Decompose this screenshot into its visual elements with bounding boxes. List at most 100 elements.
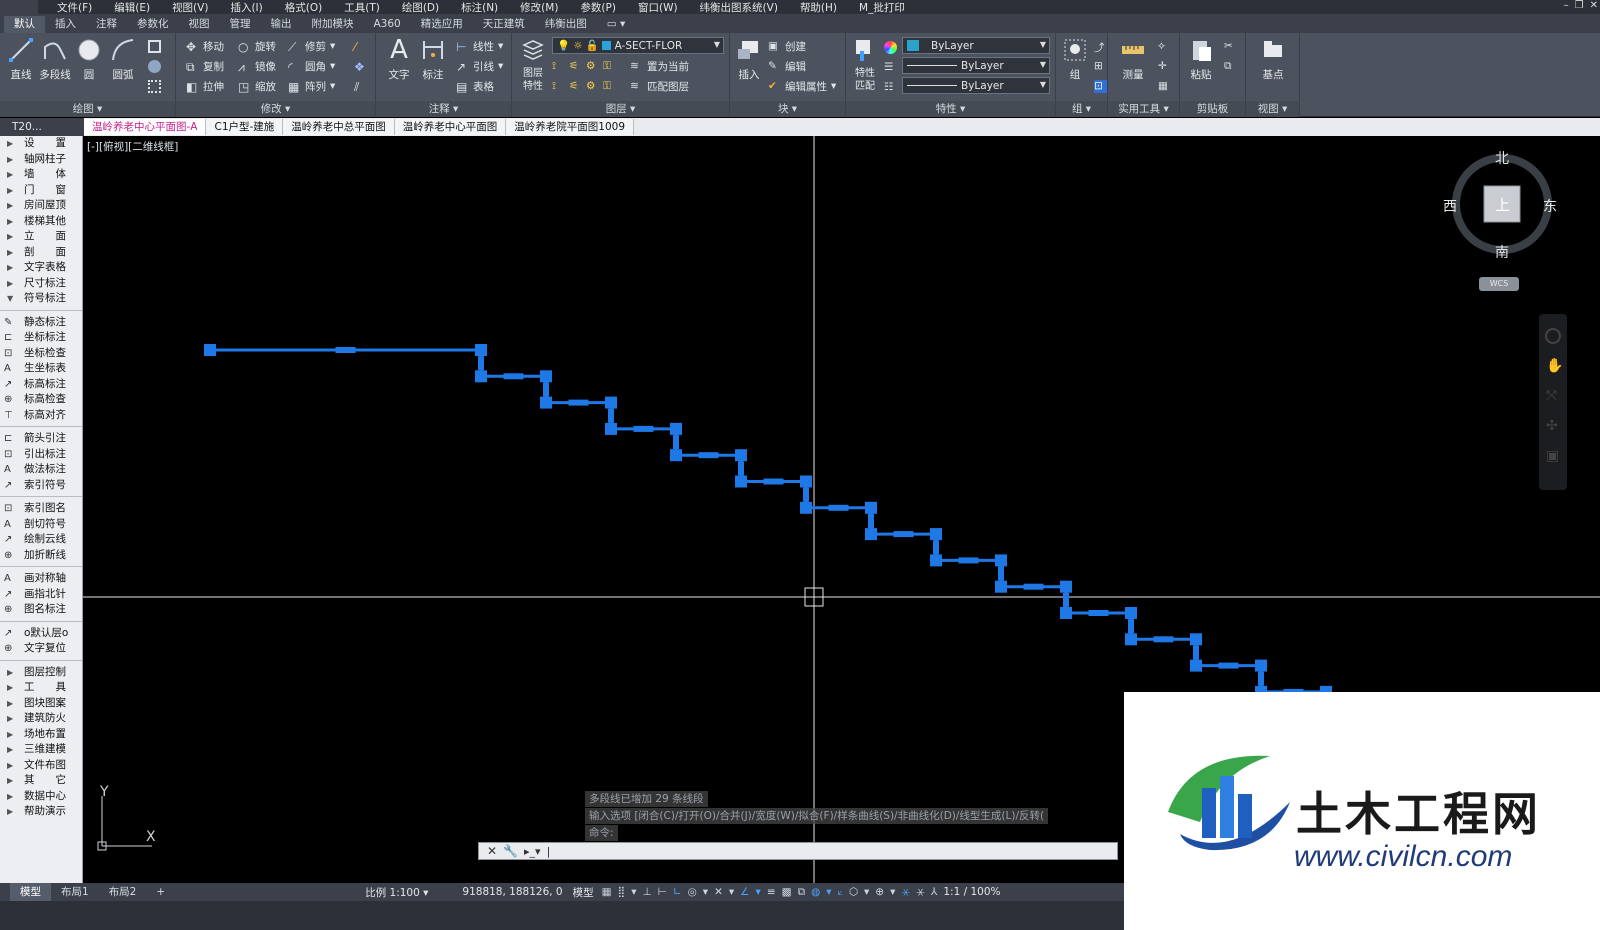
- tab-insert[interactable]: 插入: [45, 16, 86, 33]
- layer-thaw-icon[interactable]: ⚙: [586, 80, 599, 93]
- menu-insert[interactable]: 插入(I): [219, 0, 273, 15]
- color-dropdown[interactable]: ByLayer ▼: [902, 37, 1050, 54]
- palette-item[interactable]: ▶ 工 具: [0, 680, 82, 696]
- command-line[interactable]: ✕ 🔧 ▸_▾ |: [478, 842, 1118, 860]
- pan-icon[interactable]: ✋: [1546, 358, 1563, 374]
- create-block-button[interactable]: ▣ 创建: [768, 37, 806, 55]
- stretch-button[interactable]: ◧ 拉伸: [186, 77, 224, 95]
- vertex-grip[interactable]: [475, 370, 487, 383]
- midpoint-grip[interactable]: [828, 504, 849, 511]
- menu-draw[interactable]: 绘图(D): [391, 0, 450, 15]
- restore-icon[interactable]: ❐: [1575, 0, 1584, 11]
- annotation-visibility-icon[interactable]: ⚹: [901, 886, 916, 898]
- arc-button[interactable]: 圆弧: [106, 37, 140, 82]
- viewcube-top-face[interactable]: 上: [1495, 194, 1510, 215]
- midpoint-grip[interactable]: [335, 347, 356, 353]
- palette-item[interactable]: ⊡ 索引图名: [0, 501, 82, 517]
- palette-item[interactable]: ▶ 房间屋顶: [0, 198, 82, 214]
- midpoint-grip[interactable]: [673, 435, 679, 450]
- layer-unlock-icon[interactable]: ⚿: [603, 80, 616, 93]
- palette-item[interactable]: ▶ 墙 体: [0, 167, 82, 183]
- cut-icon[interactable]: ✂: [1224, 37, 1237, 55]
- set-current-button[interactable]: ≋ 置为当前: [630, 57, 689, 75]
- layer-dropdown[interactable]: 💡 ☼ 🔓 A-SECT-FLOR ▼: [552, 37, 724, 54]
- midpoint-grip[interactable]: [1258, 671, 1264, 686]
- calculator-icon[interactable]: ▦: [1158, 77, 1171, 95]
- grid-icon[interactable]: ▦: [602, 886, 618, 898]
- filter-icon[interactable]: ⬡▾: [849, 886, 875, 898]
- line-button[interactable]: 直线: [4, 37, 38, 82]
- fillet-button[interactable]: ◜ 圆角 ▾: [288, 57, 335, 75]
- doc-tab-2[interactable]: C1户型-建施: [206, 119, 284, 135]
- tab-tangent-architecture[interactable]: 天正建筑: [473, 16, 535, 33]
- tab-layout2[interactable]: 布局2: [99, 883, 147, 901]
- vertex-grip[interactable]: [670, 449, 682, 462]
- palette-item[interactable]: ▶ 楼梯其他: [0, 214, 82, 230]
- midpoint-grip[interactable]: [1023, 583, 1044, 590]
- palette-item[interactable]: ▶ 轴网柱子: [0, 152, 82, 168]
- tab-a360[interactable]: A360: [364, 16, 411, 33]
- doc-tab-1[interactable]: 温岭养老中心平面图-A: [84, 119, 207, 135]
- vertex-grip[interactable]: [475, 344, 487, 356]
- explode-button[interactable]: ❖: [354, 57, 367, 75]
- midpoint-grip[interactable]: [1128, 619, 1134, 634]
- palette-item[interactable]: ▶ 剖 面: [0, 245, 82, 261]
- vertex-grip[interactable]: [865, 528, 877, 541]
- panel-modify-title[interactable]: 修改 ▾: [176, 101, 375, 117]
- zoom-icon[interactable]: ⤧: [1546, 388, 1557, 404]
- tracking-icon[interactable]: ✕▾: [714, 886, 740, 898]
- vertex-grip[interactable]: [1125, 633, 1137, 646]
- close-command-icon[interactable]: ✕: [487, 844, 497, 858]
- transparency-icon[interactable]: ▩: [782, 886, 798, 898]
- layer-lock-icon[interactable]: ⚿: [603, 60, 616, 73]
- orbit-icon[interactable]: ✣: [1546, 418, 1558, 434]
- paste-button[interactable]: 粘贴: [1184, 37, 1218, 82]
- 3d-osnap-icon[interactable]: ◍▾: [811, 886, 837, 898]
- vertex-grip[interactable]: [1190, 659, 1202, 672]
- osnap-icon[interactable]: ∠▾: [740, 886, 767, 898]
- palette-item[interactable]: ✎ 静态标注: [0, 315, 82, 331]
- vertex-grip[interactable]: [800, 475, 812, 488]
- ungroup-icon[interactable]: ⤴: [1094, 37, 1107, 55]
- palette-item[interactable]: ⊤ 标高对齐: [0, 408, 82, 424]
- midpoint-grip[interactable]: [1153, 636, 1174, 643]
- vertex-grip[interactable]: [995, 580, 1007, 593]
- palette-item[interactable]: ↗ 绘制云线: [0, 532, 82, 548]
- table-button[interactable]: ▤ 表格: [456, 77, 494, 95]
- midpoint-grip[interactable]: [893, 531, 914, 538]
- ortho-icon[interactable]: ⊥: [643, 886, 658, 898]
- recent-commands-icon[interactable]: ▸_▾: [524, 845, 541, 858]
- vertex-grip[interactable]: [1125, 607, 1137, 619]
- midpoint-grip[interactable]: [1218, 662, 1239, 669]
- model-space-toggle[interactable]: 模型: [573, 885, 594, 900]
- snap-icon[interactable]: ⣿▾: [618, 886, 643, 898]
- layer-isolate-icon[interactable]: ⚟: [569, 60, 582, 73]
- palette-item[interactable]: ▶ 建筑防火: [0, 711, 82, 727]
- quick-select-icon[interactable]: ⟡: [1158, 37, 1171, 55]
- compass-south[interactable]: 南: [1495, 242, 1509, 262]
- vertex-grip[interactable]: [1060, 580, 1072, 593]
- infer-icon[interactable]: ⊢: [658, 886, 673, 898]
- tab-layout1[interactable]: 布局1: [51, 883, 99, 901]
- compass-east[interactable]: 东: [1543, 196, 1557, 216]
- doc-tab-4[interactable]: 温岭养老中心平面图: [394, 119, 507, 135]
- palette-item[interactable]: ⊏ 坐标标注: [0, 330, 82, 346]
- scale-button[interactable]: ◳ 缩放: [238, 77, 276, 95]
- rectangle-button[interactable]: [148, 37, 161, 55]
- command-input[interactable]: |: [547, 845, 551, 858]
- palette-item[interactable]: A 生坐标表: [0, 361, 82, 377]
- panel-clipboard-title[interactable]: 剪贴板: [1180, 101, 1245, 117]
- customize-command-icon[interactable]: 🔧: [503, 844, 518, 858]
- polar-icon[interactable]: ∟: [673, 886, 688, 898]
- palette-item[interactable]: ▼ 符号标注: [0, 291, 82, 307]
- circle-button[interactable]: 圆: [72, 37, 106, 82]
- palette-item[interactable]: ▶ 文字表格: [0, 260, 82, 276]
- dimension-button[interactable]: 标注: [416, 37, 450, 82]
- group-edit-icon[interactable]: ⊞: [1094, 57, 1107, 75]
- palette-item[interactable]: ⊕ 标高检查: [0, 392, 82, 408]
- doc-tab-3[interactable]: 温岭养老中总平面图: [283, 119, 395, 135]
- tab-featured-apps[interactable]: 精选应用: [411, 16, 473, 33]
- compass-north[interactable]: 北: [1495, 148, 1509, 168]
- tab-model[interactable]: 模型: [10, 883, 51, 901]
- midpoint-grip[interactable]: [503, 373, 524, 380]
